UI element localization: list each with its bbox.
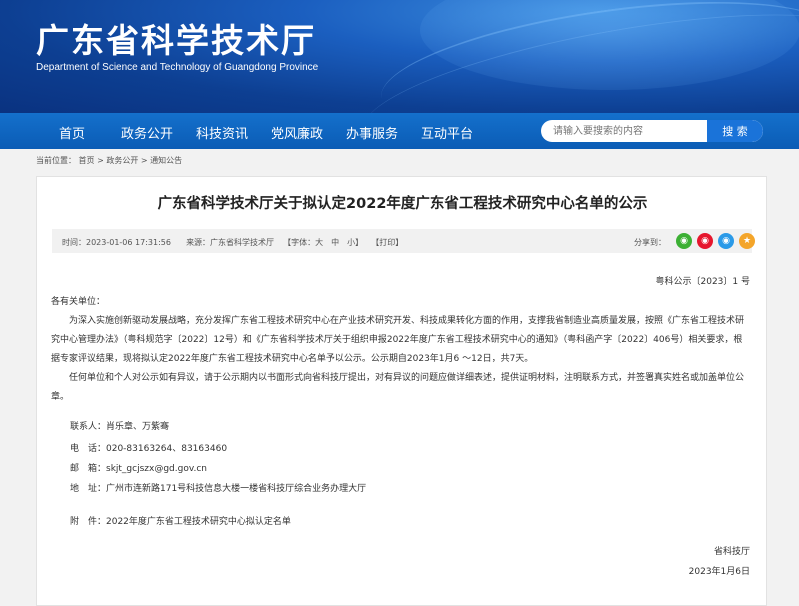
contact-phone: 电 话：020-83163264、83163460 [70,444,228,454]
share-label: 分享到： [634,238,666,247]
article-meta-bar: 时间：2023-01-06 17:31:56 来源：广东省科学技术厅 【字体：大… [52,229,755,253]
breadcrumb-gov-affairs[interactable]: 政务公开 [106,156,138,165]
article-meta: 时间：2023-01-06 17:31:56 来源：广东省科学技术厅 【字体：大… [62,237,403,248]
nav-interaction[interactable]: 互动平台 [421,123,473,142]
contact-address: 地 址：广州市连新路171号科技信息大楼一楼省科技厅综合业务办理大厅 [70,484,367,494]
article-title: 广东省科学技术厅关于拟认定2022年度广东省工程技术研究中心名单的公示 [157,196,648,212]
favorite-icon[interactable]: ★ [739,233,755,249]
breadcrumb: 当前位置： 首页 > 政务公开 > 通知公告 [36,155,182,166]
paragraph: 任何单位和个人对公示如有异议，请于公示期内以书面形式向省科技厅提出，对有异议的问… [51,373,745,402]
nav-home[interactable]: 首页 [59,123,85,142]
wechat-icon[interactable]: ◉ [676,233,692,249]
breadcrumb-separator: > [140,156,151,165]
sign-date: 2023年1月6日 [688,567,750,577]
breadcrumb-notices[interactable]: 通知公告 [150,156,182,165]
weibo-icon[interactable]: ◉ [697,233,713,249]
breadcrumb-prefix: 当前位置： [36,156,76,165]
breadcrumb-separator: > [97,156,107,165]
site-header: 广东省科学技术厅 Department of Science and Techn… [0,0,799,113]
contact-person: 联系人：肖乐章、万紫骞 [70,422,170,432]
search-button[interactable]: 搜 索 [707,120,763,142]
article-source: 来源：广东省科学技术厅 [186,238,275,247]
search-box: 搜 索 [541,120,763,142]
paragraph: 为深入实施创新驱动发展战略，充分发挥广东省工程技术研究中心在产业技术研究开发、科… [51,316,745,364]
nav-tech-news[interactable]: 科技资讯 [196,123,248,142]
contact-email: 邮 箱：skjt_gcjszx@gd.gov.cn [70,464,207,474]
search-input[interactable] [541,120,703,142]
qzone-icon[interactable]: ◉ [718,233,734,249]
document-number: 粤科公示〔2023〕1 号 [655,277,751,287]
site-subtitle: Department of Science and Technology of … [36,62,319,73]
font-large-button[interactable]: 大 [315,238,323,247]
attachment-link[interactable]: 附 件：2022年度广东省工程技术研究中心拟认定名单 [70,514,291,527]
font-small-button[interactable]: 小 [347,238,355,247]
nav-government-affairs[interactable]: 政务公开 [121,123,173,142]
site-title: 广东省科学技术厅 [36,21,316,60]
salutation: 各有关单位： [51,297,106,307]
breadcrumb-home[interactable]: 首页 [79,156,95,165]
publish-time: 时间：2023-01-06 17:31:56 [62,238,171,247]
font-medium-button[interactable]: 中 [331,238,339,247]
nav-services[interactable]: 办事服务 [346,123,398,142]
signer: 省科技厅 [713,547,750,557]
article-container: 广东省科学技术厅关于拟认定2022年度广东省工程技术研究中心名单的公示 时间：2… [36,176,767,606]
article-body: 各有关单位： 为深入实施创新驱动发展战略，充分发挥广东省工程技术研究中心在产业技… [51,293,751,407]
font-size-label: 【字体： [283,238,316,247]
font-size-close: 】 [355,238,364,247]
print-button[interactable]: 【打印】 [371,238,403,247]
nav-integrity[interactable]: 党风廉政 [271,123,323,142]
